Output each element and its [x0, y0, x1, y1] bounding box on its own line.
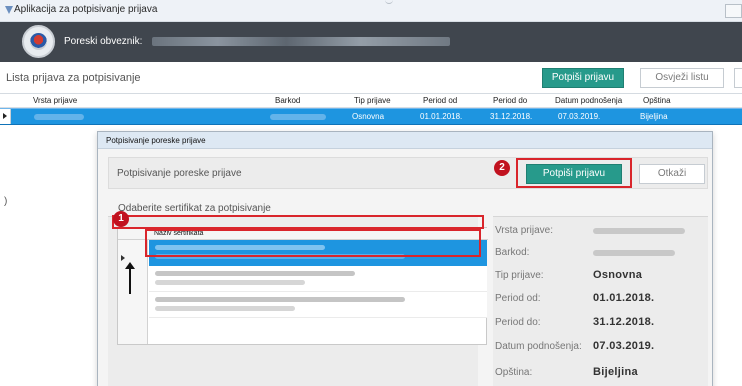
- background-fragment: ): [4, 196, 8, 207]
- detail-label: Tip prijave:: [495, 270, 544, 281]
- title-bar: Aplikacija za potpisivanje prijava: [0, 0, 742, 22]
- certificate-detail-redacted: [155, 306, 295, 311]
- returns-grid-header: Vrsta prijave Barkod Tip prijave Period …: [0, 94, 742, 108]
- list-toolbar: Lista prijava za potpisivanje Potpiši pr…: [0, 62, 742, 94]
- col-header-datum[interactable]: Datum podnošenja: [555, 96, 622, 105]
- seal-icon: [30, 33, 47, 50]
- detail-label: Period do:: [495, 317, 541, 328]
- dialog-title: Potpisivanje poreske prijave: [106, 136, 206, 145]
- certificate-name-redacted: [155, 271, 355, 276]
- detail-label: Datum podnošenja:: [495, 341, 582, 352]
- select-certificate-label: Odaberite sertifikat za potpisivanje: [118, 203, 271, 214]
- col-header-period-do[interactable]: Period do: [493, 96, 527, 105]
- row-indicator: [0, 109, 11, 124]
- taxpayer-label: Poreski obveznik:: [64, 36, 143, 47]
- cell-tip: Osnovna: [352, 112, 385, 121]
- col-header-barkod[interactable]: Barkod: [275, 96, 300, 105]
- window-title: Aplikacija za potpisivanje prijava: [14, 4, 158, 15]
- dialog-header-text: Potpisivanje poreske prijave: [117, 168, 242, 179]
- col-header-vrsta[interactable]: Vrsta prijave: [33, 96, 77, 105]
- certificate-row[interactable]: [149, 266, 487, 292]
- row-header-column: [118, 240, 148, 344]
- col-header-period-od[interactable]: Period od: [423, 96, 457, 105]
- vrsta-redacted: [34, 114, 84, 120]
- certificate-detail-redacted: [155, 280, 305, 285]
- drag-notch: [385, 0, 393, 4]
- cell-period-od: 01.01.2018.: [420, 112, 463, 121]
- detail-row: Vrsta prijave:: [495, 221, 708, 241]
- detail-label: Vrsta prijave:: [495, 225, 553, 236]
- detail-row: Tip prijave: Osnovna: [495, 266, 708, 286]
- current-row-icon: [121, 255, 125, 261]
- detail-row: Opština: Bijeljina: [495, 363, 708, 383]
- dialog-title-bar: Potpisivanje poreske prijave: [98, 132, 712, 149]
- cell-opstina: Bijeljina: [640, 112, 668, 121]
- detail-label: Period od:: [495, 293, 541, 304]
- sign-return-button[interactable]: Potpiši prijavu: [542, 68, 624, 88]
- taxpayer-header: Poreski obveznik:: [0, 22, 742, 62]
- dialog-header-panel: Potpisivanje poreske prijave 2 Potpiši p…: [108, 157, 708, 189]
- detail-value: Osnovna: [593, 269, 643, 281]
- detail-value: 01.01.2018.: [593, 292, 655, 304]
- certificate-name-redacted: [155, 297, 405, 302]
- cell-period-do: 31.12.2018.: [490, 112, 533, 121]
- detail-row: Barkod:: [495, 243, 708, 263]
- step2-badge: 2: [494, 160, 510, 176]
- extra-toolbar-button[interactable]: [734, 68, 742, 88]
- barkod-redacted: [270, 114, 326, 120]
- detail-value-redacted: [593, 250, 675, 256]
- arrow-shaft: [129, 268, 131, 294]
- table-row[interactable]: Osnovna 01.01.2018. 31.12.2018. 07.03.20…: [0, 108, 742, 125]
- col-header-opstina[interactable]: Opština: [643, 96, 671, 105]
- step1-header-highlight: [112, 215, 484, 229]
- dialog-cancel-button[interactable]: Otkaži: [639, 164, 705, 184]
- detail-value-redacted: [593, 228, 685, 234]
- window-control-button[interactable]: [725, 4, 742, 18]
- app-window: Aplikacija za potpisivanje prijava Pores…: [0, 0, 742, 386]
- certificate-row[interactable]: [149, 292, 487, 318]
- detail-row: Period do: 31.12.2018.: [495, 313, 708, 333]
- detail-label: Opština:: [495, 367, 533, 378]
- sign-dialog: Potpisivanje poreske prijave Potpisivanj…: [97, 131, 713, 386]
- list-title: Lista prijava za potpisivanje: [6, 72, 141, 84]
- detail-value: Bijeljina: [593, 366, 638, 378]
- refresh-list-button[interactable]: Osvježi listu: [640, 68, 724, 88]
- cell-datum: 07.03.2019.: [558, 112, 601, 121]
- coat-of-arms-logo: [22, 25, 55, 58]
- current-row-icon: [3, 113, 7, 119]
- col-header-tip[interactable]: Tip prijave: [354, 96, 391, 105]
- taxpayer-value-redacted: [152, 37, 450, 46]
- dialog-sign-button[interactable]: Potpiši prijavu: [526, 164, 622, 184]
- detail-value: 31.12.2018.: [593, 316, 655, 328]
- detail-row: Period od: 01.01.2018.: [495, 289, 708, 309]
- detail-label: Barkod:: [495, 247, 530, 258]
- step1-badge: 1: [113, 211, 129, 227]
- detail-row: Datum podnošenja: 07.03.2019.: [495, 337, 708, 357]
- certificate-pane: Naziv sertifikata 1: [108, 211, 488, 386]
- detail-value: 07.03.2019.: [593, 340, 655, 352]
- return-details-panel: Vrsta prijave: Barkod: Tip prijave: Osno…: [493, 216, 708, 386]
- step1-row-highlight: [145, 229, 481, 257]
